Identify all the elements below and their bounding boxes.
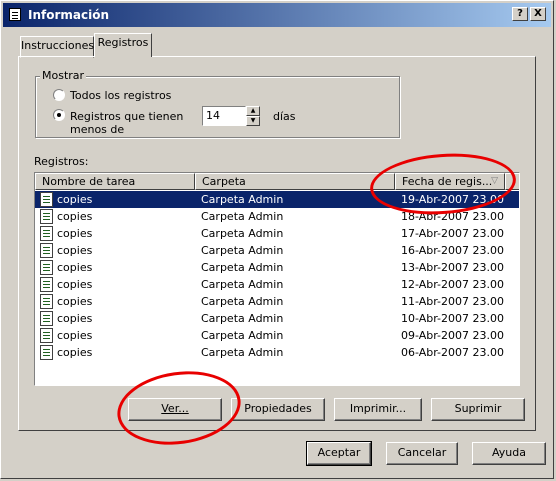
date-cell: 06-Abr-2007 23.00 — [401, 346, 505, 359]
button-label: Cancelar — [397, 446, 447, 459]
document-icon — [9, 8, 21, 21]
log-file-icon — [40, 345, 53, 360]
column-header-task[interactable]: Nombre de tarea — [35, 173, 195, 190]
button-label: Propiedades — [244, 402, 312, 415]
table-row[interactable]: copies Carpeta Admin 13-Abr-2007 23.00 — [35, 259, 519, 276]
help-button[interactable]: Ayuda — [472, 442, 546, 465]
column-header-label: Nombre de tarea — [42, 175, 136, 188]
close-button[interactable]: X — [530, 7, 546, 21]
log-file-icon — [40, 260, 53, 275]
date-cell: 16-Abr-2007 23.00 — [401, 244, 505, 257]
cancel-button[interactable]: Cancelar — [386, 442, 458, 465]
task-cell: copies — [57, 210, 93, 223]
button-label: Ayuda — [492, 446, 526, 459]
title-bar[interactable]: Información ? X — [3, 3, 551, 27]
properties-button[interactable]: Propiedades — [231, 398, 325, 421]
table-row[interactable]: copies Carpeta Admin 17-Abr-2007 23.00 — [35, 225, 519, 242]
log-file-icon — [40, 328, 53, 343]
table-row[interactable]: copies Carpeta Admin 12-Abr-2007 23.00 — [35, 276, 519, 293]
date-cell: 17-Abr-2007 23.00 — [401, 227, 505, 240]
tab-label: Instrucciones — [21, 39, 95, 52]
log-file-icon — [40, 243, 53, 258]
date-cell: 10-Abr-2007 23.00 — [401, 312, 505, 325]
log-file-icon — [40, 192, 53, 207]
tab-label: Registros — [97, 36, 149, 49]
table-row[interactable]: copies Carpeta Admin 09-Abr-2007 23.00 — [35, 327, 519, 344]
log-file-icon — [40, 226, 53, 241]
task-cell: copies — [57, 244, 93, 257]
spin-up-button[interactable]: ▲ — [246, 106, 260, 116]
task-cell: copies — [57, 295, 93, 308]
window-title: Información — [28, 8, 110, 22]
task-cell: copies — [57, 261, 93, 274]
date-cell: 09-Abr-2007 23.00 — [401, 329, 505, 342]
date-cell: 13-Abr-2007 23.00 — [401, 261, 505, 274]
help-title-button[interactable]: ? — [512, 7, 528, 21]
date-cell: 11-Abr-2007 23.00 — [401, 295, 505, 308]
button-label: Aceptar — [317, 446, 361, 459]
table-row[interactable]: copies Carpeta Admin 11-Abr-2007 23.00 — [35, 293, 519, 310]
folder-cell: Carpeta Admin — [201, 261, 284, 274]
group-legend: Mostrar — [40, 69, 87, 82]
radio-recent-label[interactable]: Registros que tienen — [70, 110, 183, 123]
table-row[interactable]: copies Carpeta Admin 16-Abr-2007 23.00 — [35, 242, 519, 259]
log-file-icon — [40, 209, 53, 224]
folder-cell: Carpeta Admin — [201, 312, 284, 325]
button-label: Imprimir... — [349, 402, 407, 415]
folder-cell: Carpeta Admin — [201, 193, 284, 206]
folder-cell: Carpeta Admin — [201, 329, 284, 342]
delete-button[interactable]: Suprimir — [431, 398, 525, 421]
task-cell: copies — [57, 346, 93, 359]
table-row[interactable]: copies Carpeta Admin 06-Abr-2007 23.00 — [35, 344, 519, 361]
radio-all-records[interactable] — [53, 89, 65, 101]
spin-down-button[interactable]: ▼ — [246, 116, 260, 126]
task-cell: copies — [57, 227, 93, 240]
folder-cell: Carpeta Admin — [201, 244, 284, 257]
date-cell: 12-Abr-2007 23.00 — [401, 278, 505, 291]
tab-registros[interactable]: Registros — [94, 33, 152, 57]
task-cell: copies — [57, 312, 93, 325]
folder-cell: Carpeta Admin — [201, 278, 284, 291]
folder-cell: Carpeta Admin — [201, 210, 284, 223]
folder-cell: Carpeta Admin — [201, 295, 284, 308]
task-cell: copies — [57, 193, 93, 206]
task-cell: copies — [57, 278, 93, 291]
tab-instrucciones[interactable]: Instrucciones — [20, 36, 94, 58]
days-unit-label: días — [273, 110, 296, 123]
print-button[interactable]: Imprimir... — [334, 398, 422, 421]
button-label: Suprimir — [454, 402, 502, 415]
radio-recent-records[interactable] — [53, 109, 65, 121]
column-header-folder[interactable]: Carpeta — [195, 173, 395, 190]
log-file-icon — [40, 277, 53, 292]
records-label: Registros: — [34, 155, 89, 168]
log-file-icon — [40, 294, 53, 309]
ok-button[interactable]: Aceptar — [306, 441, 372, 466]
days-input[interactable]: 14 — [202, 106, 246, 126]
radio-recent-label-2: menos de — [70, 123, 125, 136]
column-header-label: Carpeta — [202, 175, 246, 188]
log-file-icon — [40, 311, 53, 326]
folder-cell: Carpeta Admin — [201, 346, 284, 359]
table-row[interactable]: copies Carpeta Admin 10-Abr-2007 23.00 — [35, 310, 519, 327]
radio-all-label[interactable]: Todos los registros — [70, 89, 171, 102]
folder-cell: Carpeta Admin — [201, 227, 284, 240]
task-cell: copies — [57, 329, 93, 342]
